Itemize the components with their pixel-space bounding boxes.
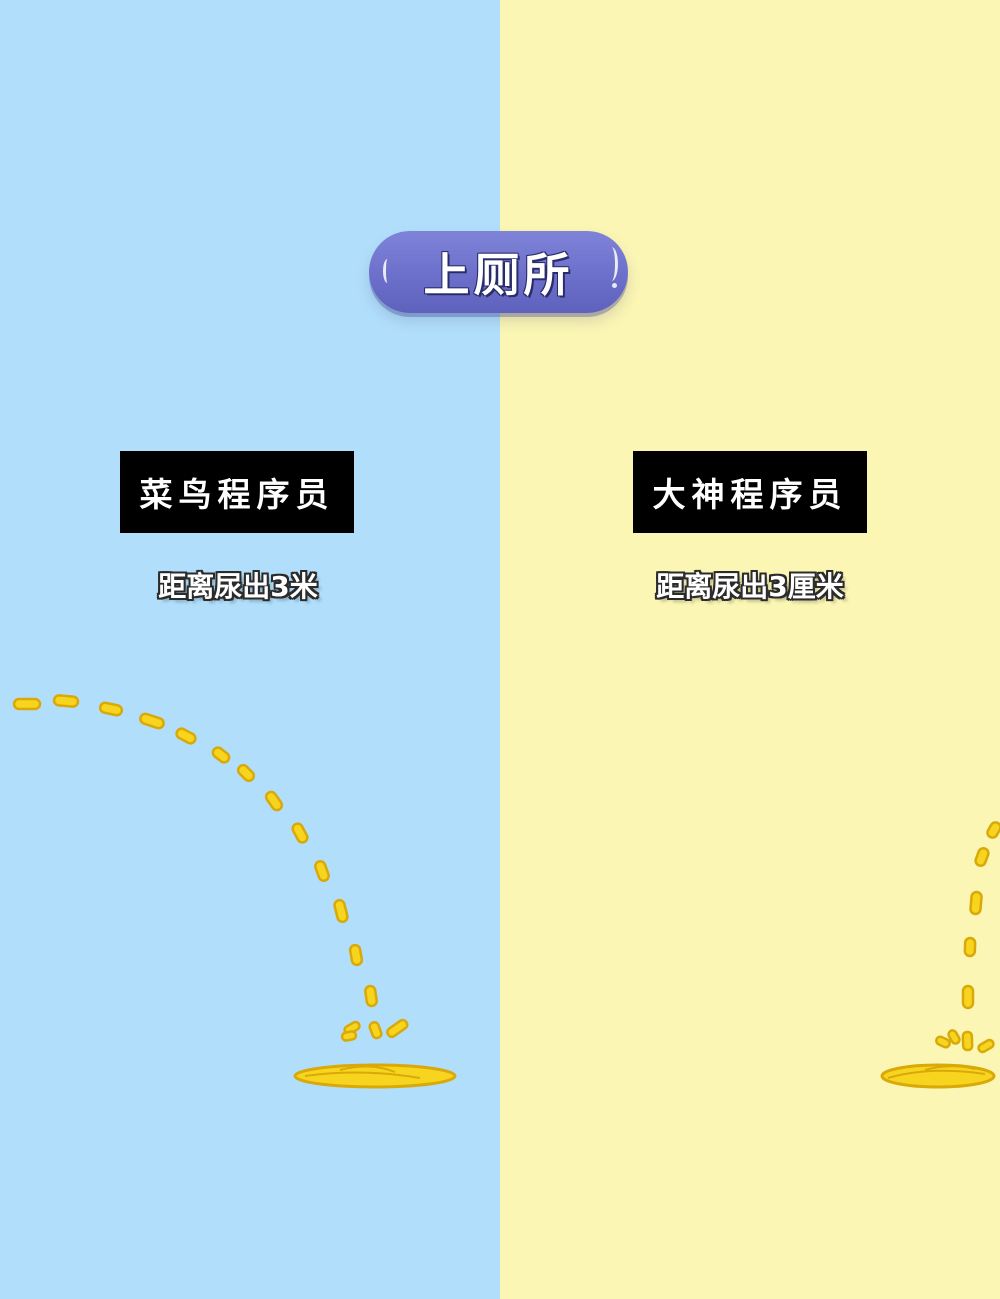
expert-label: 大神程序员 [633,451,867,533]
gloss-dot [612,283,617,288]
novice-label: 菜鸟程序员 [120,451,354,533]
novice-caption: 距离尿出3米 [158,570,318,603]
gloss-highlight-left [383,259,392,283]
page-title: 上厕所 [423,248,574,302]
left-panel [0,0,500,1299]
right-panel [500,0,1000,1299]
expert-caption: 距离尿出3厘米 [656,570,844,603]
title-pill: 上厕所 [369,231,628,313]
gloss-highlight-right [605,247,618,281]
